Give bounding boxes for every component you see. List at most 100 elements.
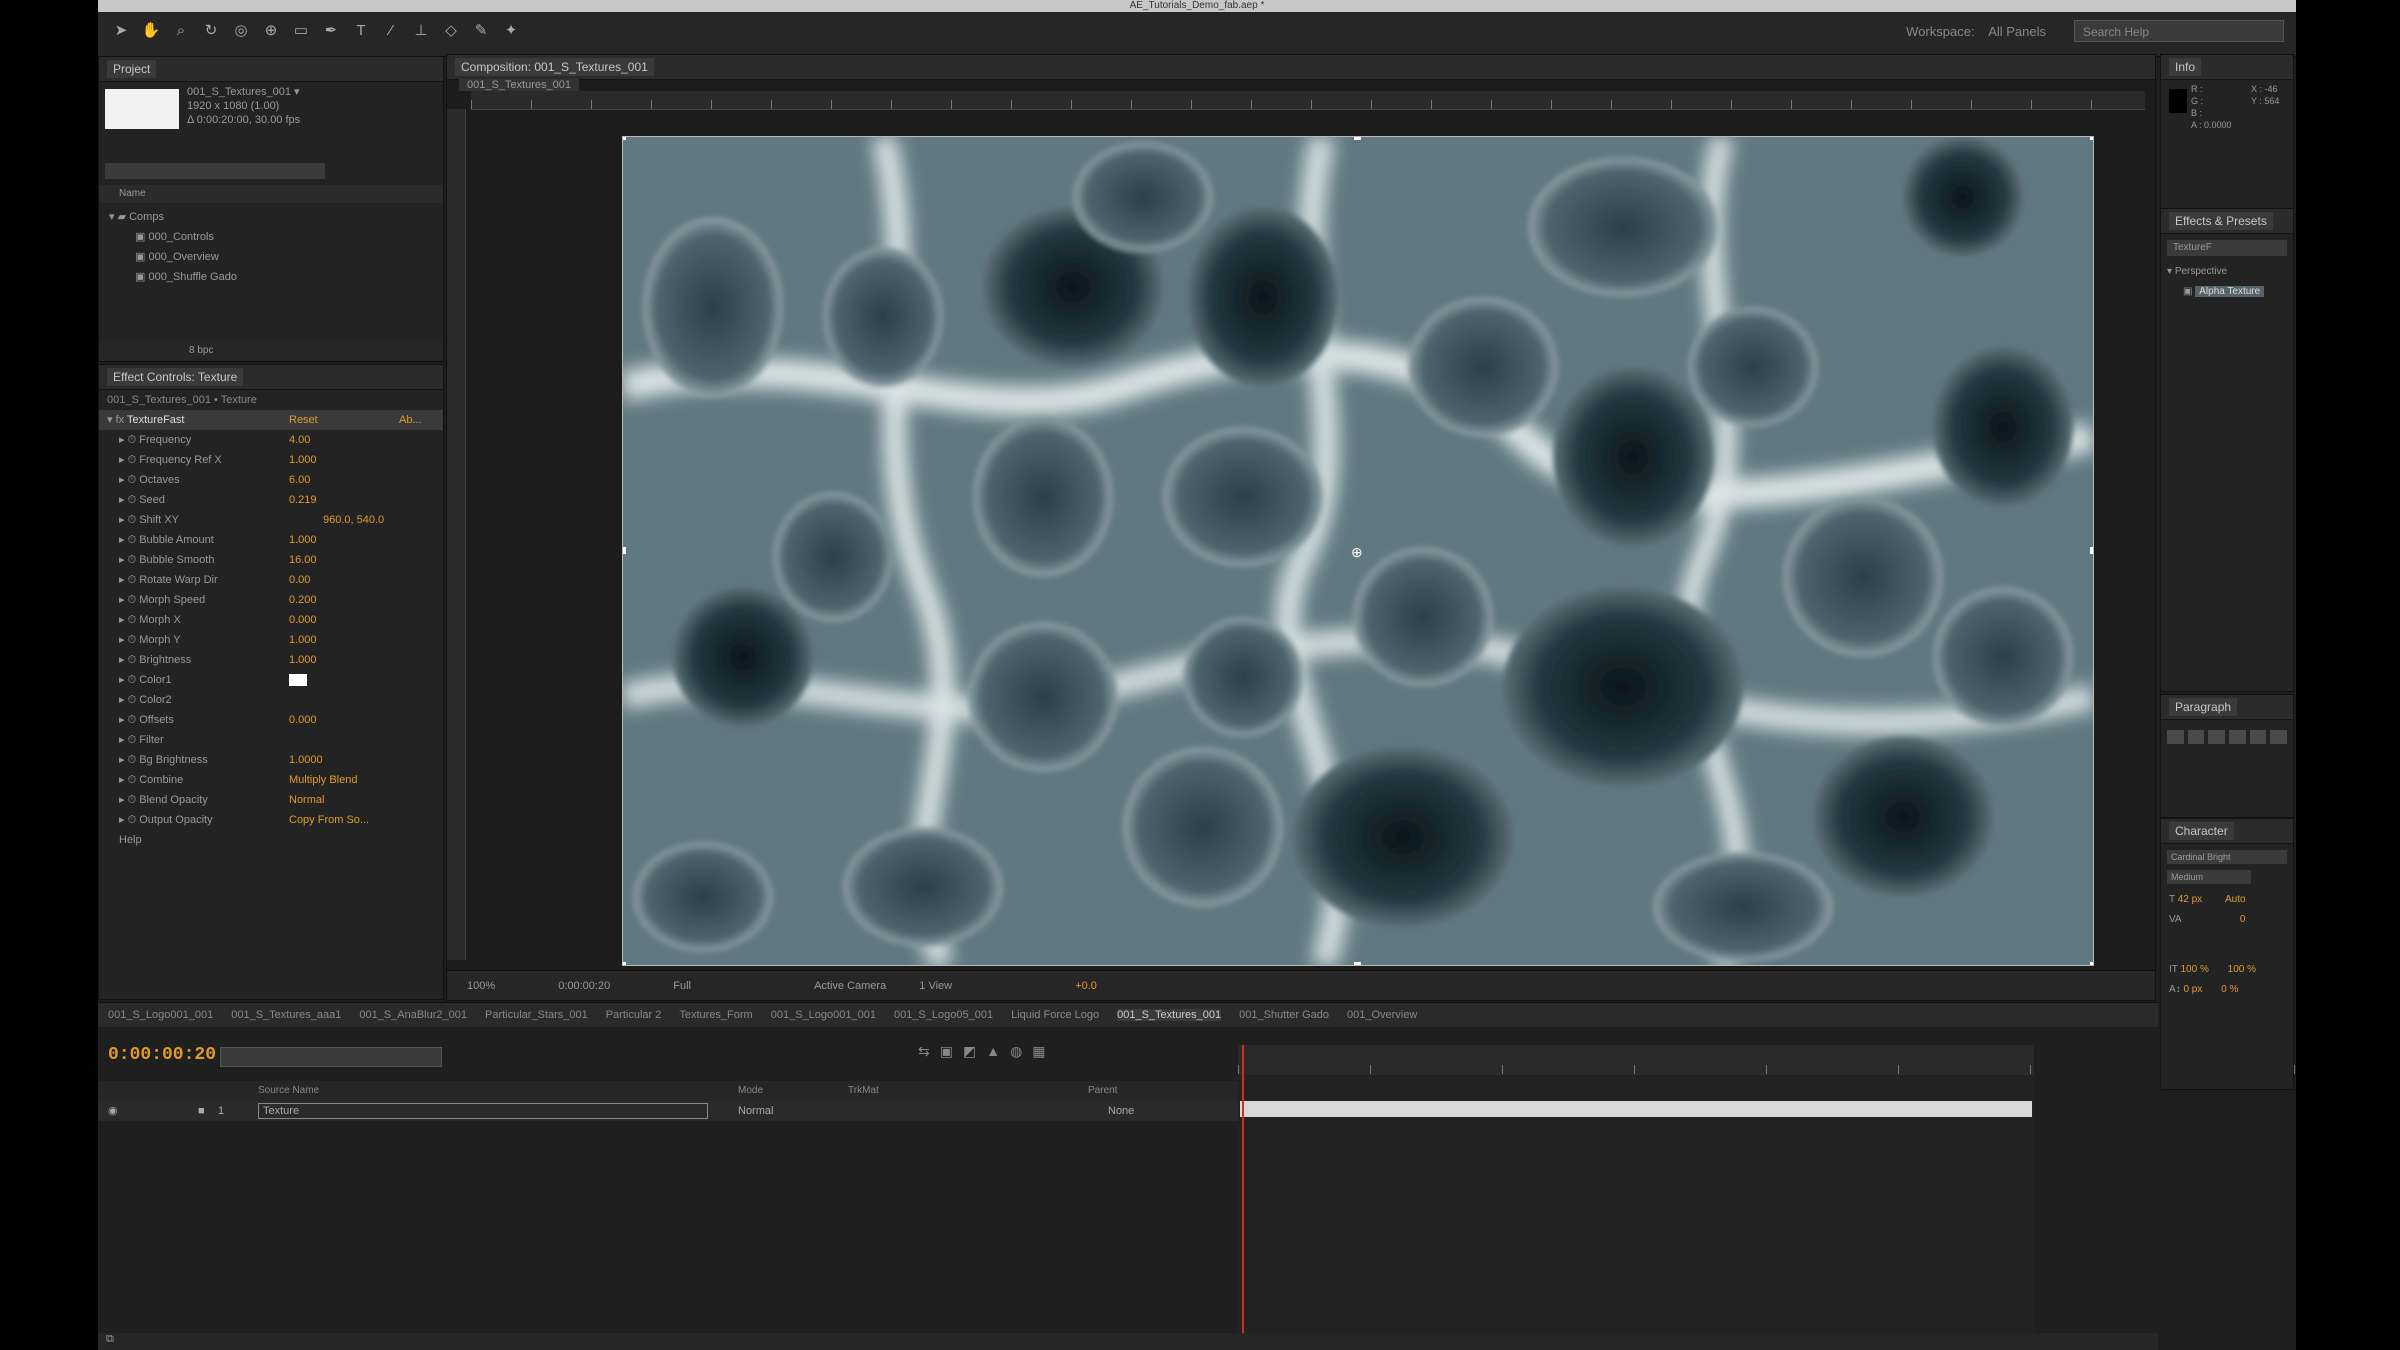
column-trkmat[interactable]: TrkMat — [848, 1081, 879, 1101]
current-time-indicator[interactable] — [1242, 1045, 1244, 1345]
about-link[interactable]: Ab... — [399, 410, 422, 430]
rotate-tool-icon[interactable]: ↻ — [200, 20, 222, 42]
graph-editor-icon[interactable]: ▦ — [1032, 1043, 1045, 1060]
exposure[interactable]: +0.0 — [1075, 980, 1097, 992]
leading-value[interactable]: Auto — [2225, 894, 2246, 905]
pen-tool-icon[interactable]: ✒ — [320, 20, 342, 42]
effect-param-value[interactable]: 960.0, 540.0 — [323, 510, 384, 530]
reset-link[interactable]: Reset — [289, 410, 318, 430]
effect-param-row[interactable]: ▸ ⏱ Morph X 0.000 — [99, 610, 443, 630]
effect-param-row[interactable]: ▸ ⏱ Filter — [99, 730, 443, 750]
layer-name[interactable]: Texture — [258, 1103, 708, 1119]
color-swatch[interactable] — [289, 694, 307, 706]
effect-param-row[interactable]: ▸ ⏱ Bubble Smooth 16.00 — [99, 550, 443, 570]
effect-param-value[interactable]: 1.000 — [289, 650, 317, 670]
effect-param-value[interactable]: 1.000 — [289, 450, 317, 470]
color-swatch[interactable] — [289, 674, 307, 686]
effect-param-row[interactable]: ▸ ⏱ Shift XY 960.0, 540.0 — [99, 510, 443, 530]
column-parent[interactable]: Parent — [1088, 1081, 1117, 1101]
active-camera[interactable]: Active Camera — [814, 980, 886, 992]
zoom-level[interactable]: 100% — [467, 980, 495, 992]
effect-param-value[interactable]: 1.000 — [289, 630, 317, 650]
timeline-comp-tab[interactable]: 001_S_Logo001_001 — [771, 1009, 876, 1021]
composition-canvas[interactable]: ⊕ — [622, 136, 2094, 966]
paragraph-align-buttons[interactable] — [2161, 720, 2293, 754]
list-item[interactable]: ▣ 000_Controls — [109, 227, 237, 247]
effect-param-row[interactable]: Help — [99, 830, 443, 850]
effect-param-value[interactable]: 4.00 — [289, 430, 310, 450]
column-mode[interactable]: Mode — [738, 1081, 763, 1101]
timeline-comp-tab[interactable]: 001_S_AnaBlur2_001 — [359, 1009, 467, 1021]
search-help-input[interactable]: Search Help — [2074, 20, 2284, 42]
effect-param-row[interactable]: ▸ ⏱ Morph Speed 0.200 — [99, 590, 443, 610]
justify-center-icon[interactable] — [2249, 730, 2267, 744]
character-tab[interactable]: Character — [2169, 822, 2234, 840]
justify-left-icon[interactable] — [2228, 730, 2246, 744]
timeline-track-area[interactable] — [1238, 1045, 2295, 1345]
timeline-comp-tab[interactable]: 001_Shutter Gado — [1239, 1009, 1329, 1021]
effect-controls-tab[interactable]: Effect Controls: Texture — [107, 368, 244, 386]
layer-row[interactable]: ◉ ■ 1 Texture Normal None — [98, 1101, 1238, 1121]
effect-param-row[interactable]: ▸ ⏱ Color2 — [99, 690, 443, 710]
font-family-dropdown[interactable]: Cardinal Bright — [2167, 850, 2287, 864]
layer-mode-dropdown[interactable]: Normal — [738, 1101, 773, 1121]
effect-param-value[interactable]: 16.00 — [289, 550, 317, 570]
bit-depth-button[interactable]: 8 bpc — [189, 345, 213, 356]
effect-param-row[interactable]: ▸ ⏱ Bg Brightness 1.0000 — [99, 750, 443, 770]
transform-handle[interactable] — [623, 547, 626, 554]
comp-mini-flowchart-icon[interactable]: ⇆ — [918, 1043, 930, 1060]
effects-presets-tab[interactable]: Effects & Presets — [2169, 212, 2273, 230]
timeline-comp-tab[interactable]: 001_Overview — [1347, 1009, 1417, 1021]
composition-tab[interactable]: Composition: 001_S_Textures_001 — [455, 58, 654, 76]
effect-param-row[interactable]: ▸ ⏱ Seed 0.219 — [99, 490, 443, 510]
effect-param-row[interactable]: ▸ ⏱ Frequency Ref X 1.000 — [99, 450, 443, 470]
timeline-comp-tab[interactable]: 001_S_Logo05_001 — [894, 1009, 993, 1021]
effect-param-row[interactable]: ▸ ⏱ Frequency 4.00 — [99, 430, 443, 450]
timeline-comp-tab[interactable]: Liquid Force Logo — [1011, 1009, 1099, 1021]
timeline-comp-tab[interactable]: Textures_Form — [679, 1009, 752, 1021]
project-search-input[interactable] — [105, 163, 325, 179]
effect-header-row[interactable]: ▾ fx TextureFast Reset Ab... — [99, 410, 443, 430]
workspace-selector[interactable]: Workspace: All Panels — [1906, 24, 2046, 39]
type-tool-icon[interactable]: T — [350, 20, 372, 42]
baseline-shift-value[interactable]: 0 px — [2183, 984, 2202, 995]
font-style-dropdown[interactable]: Medium — [2167, 870, 2251, 884]
frame-blend-icon[interactable]: ▲ — [986, 1043, 1000, 1060]
timeline-comp-tab[interactable]: 001_S_Logo001_001 — [108, 1009, 213, 1021]
effect-param-value[interactable]: 0.000 — [289, 710, 317, 730]
list-item[interactable]: ▣ 000_Shuffle Gado — [109, 267, 237, 287]
current-time[interactable]: 0:00:00:20 — [558, 980, 610, 992]
view-layout[interactable]: 1 View — [919, 980, 952, 992]
effect-param-row[interactable]: ▸ ⏱ Offsets 0.000 — [99, 710, 443, 730]
effect-param-value[interactable]: 0.000 — [289, 610, 317, 630]
transform-handle[interactable] — [1354, 962, 1361, 965]
transform-handle[interactable] — [2090, 137, 2093, 140]
transform-handle[interactable] — [623, 962, 626, 965]
effect-param-value[interactable]: 1.0000 — [289, 750, 323, 770]
transform-handle[interactable] — [623, 137, 626, 140]
timeline-search-input[interactable] — [220, 1047, 442, 1067]
effect-param-value[interactable]: Multiply Blend — [289, 770, 357, 790]
effect-param-row[interactable]: ▸ ⏱ Combine Multiply Blend — [99, 770, 443, 790]
timeline-timecode[interactable]: 0:00:00:20 — [108, 1045, 216, 1065]
timeline-comp-tab[interactable]: Particular 2 — [606, 1009, 662, 1021]
draft-3d-icon[interactable]: ▣ — [940, 1043, 953, 1060]
layer-duration-bar[interactable] — [1240, 1101, 2032, 1117]
effect-param-row[interactable]: ▸ ⏱ Brightness 1.000 — [99, 650, 443, 670]
composition-subtab[interactable]: 001_S_Textures_001 — [459, 79, 579, 91]
timeline-comp-tab[interactable]: 001_S_Textures_aaa1 — [231, 1009, 341, 1021]
effect-param-row[interactable]: ▸ ⏱ Color1 — [99, 670, 443, 690]
visibility-eye-icon[interactable]: ◉ — [108, 1101, 118, 1121]
layer-color-label[interactable]: ■ — [198, 1101, 205, 1121]
paragraph-tab[interactable]: Paragraph — [2169, 698, 2238, 716]
transform-handle[interactable] — [1354, 137, 1361, 140]
timeline-comp-tab[interactable]: Particular_Stars_001 — [485, 1009, 588, 1021]
timeline-comp-tab[interactable]: 001_S_Textures_001 — [1117, 1009, 1222, 1021]
align-center-icon[interactable] — [2187, 730, 2205, 744]
horizontal-scale-value[interactable]: 100 % — [2228, 964, 2256, 975]
justify-all-icon[interactable] — [2270, 730, 2287, 744]
effects-search-input[interactable]: TextureF — [2167, 240, 2287, 256]
effect-param-value[interactable]: 1.000 — [289, 530, 317, 550]
list-item[interactable]: ▣ 000_Overview — [109, 247, 237, 267]
vertical-scale-value[interactable]: 100 % — [2181, 964, 2209, 975]
